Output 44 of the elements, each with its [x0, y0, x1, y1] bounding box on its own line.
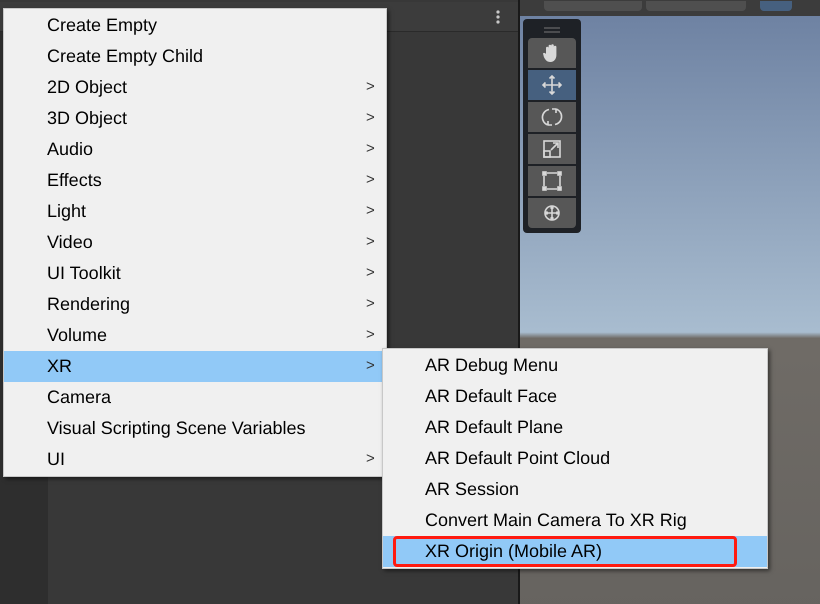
menu-item[interactable]: Create Empty Child: [4, 41, 386, 72]
submenu-item[interactable]: AR Default Plane: [383, 412, 767, 443]
submenu-arrow: >: [366, 139, 376, 160]
rotate-icon: [540, 105, 564, 129]
menu-item[interactable]: Volume >: [4, 320, 386, 351]
menu-item[interactable]: Audio >: [4, 134, 386, 165]
menu-item[interactable]: Visual Scripting Scene Variables: [4, 413, 386, 444]
submenu-item[interactable]: AR Default Face: [383, 381, 767, 412]
rect-tool-icon: [540, 169, 564, 193]
move-arrows-icon: [540, 73, 564, 97]
submenu-item[interactable]: AR Session: [383, 474, 767, 505]
submenu-arrow: >: [366, 108, 376, 128]
tool-toggle[interactable]: [760, 1, 792, 11]
submenu-arrow: >: [366, 170, 376, 190]
menu-item[interactable]: Light >: [4, 196, 386, 227]
submenu-arrow: >: [366, 294, 376, 314]
submenu-item[interactable]: Convert Main Camera To XR Rig: [383, 505, 767, 536]
submenu-arrow: >: [366, 263, 376, 284]
submenu-arrow: >: [366, 232, 376, 252]
menu-item[interactable]: Effects >: [4, 165, 386, 196]
tool-button[interactable]: [528, 38, 576, 68]
submenu-arrow: >: [366, 77, 376, 98]
menu-item[interactable]: 2D Object >: [4, 72, 386, 103]
drag-handle-icon[interactable]: [544, 27, 560, 33]
scale-icon: [540, 137, 564, 161]
submenu-arrow: >: [366, 356, 376, 376]
menu-item[interactable]: Camera: [4, 382, 386, 413]
submenu-item[interactable]: AR Default Point Cloud: [383, 443, 767, 474]
menu-item[interactable]: Create Empty: [4, 10, 386, 41]
menu-item[interactable]: UI >: [4, 444, 386, 475]
tool-button[interactable]: [528, 70, 576, 100]
submenu-arrow: >: [366, 325, 376, 346]
tool-button[interactable]: [528, 102, 576, 132]
submenu-arrow: >: [366, 201, 376, 222]
submenu-arrow: >: [366, 449, 376, 470]
menu-item[interactable]: Video >: [4, 227, 386, 258]
submenu-item[interactable]: AR Debug Menu: [383, 350, 767, 381]
tool-button[interactable]: [528, 166, 576, 196]
more-options-icon[interactable]: [496, 10, 500, 24]
tool-button[interactable]: [528, 134, 576, 164]
tool-button[interactable]: [528, 198, 576, 228]
menu-item[interactable]: UI Toolkit >: [4, 258, 386, 289]
menu-item[interactable]: Rendering >: [4, 289, 386, 320]
menu-item[interactable]: 3D Object >: [4, 103, 386, 134]
